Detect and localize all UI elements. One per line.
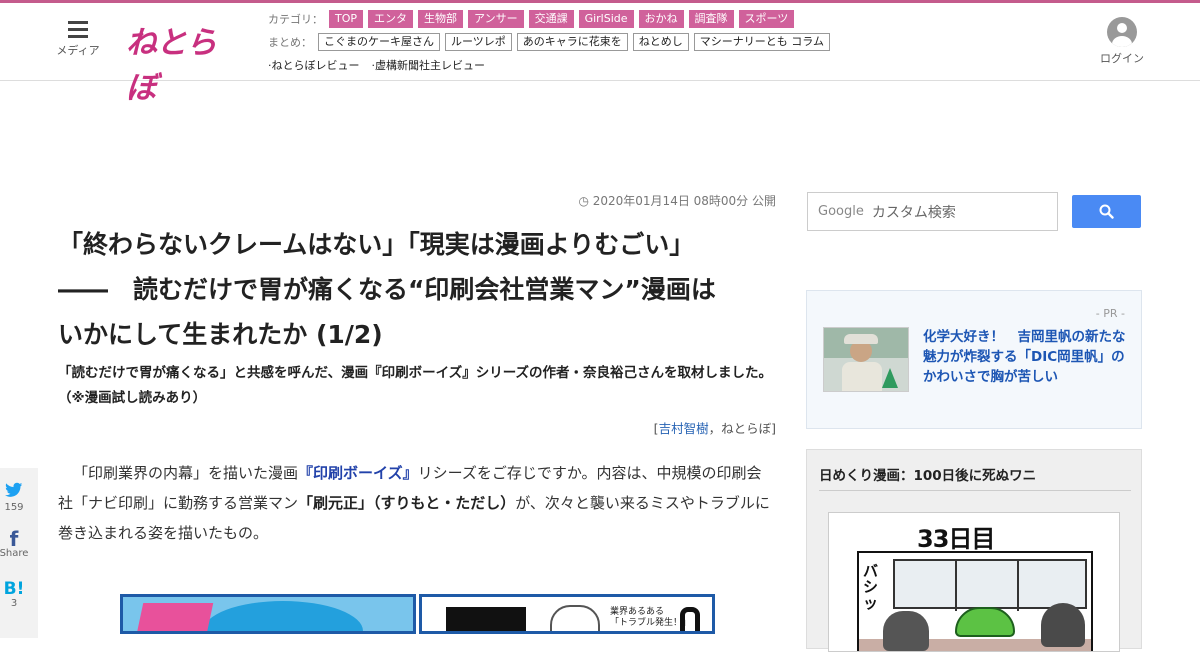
category-chousatai[interactable]: 調査隊	[688, 10, 734, 28]
figure-caption: 業界あるある 「トラブル発生！」	[610, 607, 692, 628]
hatena-count: 3	[10, 598, 18, 609]
categories-label: カテゴリ：	[268, 13, 323, 26]
user-icon	[1107, 17, 1137, 47]
hatena-bookmark-button[interactable]: B! 3	[0, 580, 38, 609]
hamburger-icon	[68, 21, 88, 38]
google-logo: Google	[818, 204, 864, 219]
summary-link[interactable]: あのキャラに花束を	[516, 33, 628, 51]
search-icon	[1099, 204, 1114, 219]
site-logo[interactable]: ねとらぼ	[126, 17, 241, 106]
author-link[interactable]: 吉村智樹	[659, 421, 709, 436]
search-placeholder: カスタム検索	[871, 204, 956, 221]
category-top[interactable]: TOP	[329, 10, 364, 28]
category-girlside[interactable]: GirlSide	[578, 10, 634, 28]
manga-panel-image[interactable]: 業界あるある 「トラブル発生！」	[419, 594, 715, 634]
review-link[interactable]: ·ねとらぼレビュー	[268, 57, 360, 73]
character-name: 「刷元正」（すりもと・ただし）	[298, 494, 516, 512]
comic-title[interactable]: 日めくり漫画：100日後に死ぬワニ	[819, 464, 1036, 484]
menu-label: メディア	[56, 44, 100, 57]
comic-day: 33日目	[917, 525, 995, 553]
review-row: ·ねとらぼレビュー ·虚構新聞社主レビュー	[268, 55, 835, 75]
logo-text: ねとらぼ	[126, 25, 217, 106]
comic-sfx: バシッ	[863, 562, 879, 612]
review-link[interactable]: ·虚構新聞社主レビュー	[372, 57, 486, 73]
search-button[interactable]	[1072, 195, 1141, 228]
category-seibutsubu[interactable]: 生物部	[418, 10, 464, 28]
manga-cover-image[interactable]	[120, 594, 416, 634]
divider	[819, 490, 1131, 491]
byline: [吉村智樹，ねとらぼ]	[653, 421, 776, 436]
category-row: カテゴリ： TOP エンタ 生物部 アンサー 交通課 GirlSide おかね …	[268, 9, 835, 29]
share-bar: 159 f Share B! 3	[0, 468, 38, 638]
pr-link[interactable]: 化学大好き！ 吉岡里帆の新たな魅力が炸裂する「DIC岡里帆」のかわいさで胸が苦し…	[923, 327, 1129, 387]
summary-link[interactable]: マシーナリーとも コラム	[693, 33, 830, 51]
category-enta[interactable]: エンタ	[368, 10, 414, 28]
comic-image[interactable]: 33日目 バシッ	[828, 512, 1120, 652]
pr-thumbnail[interactable]	[823, 327, 909, 392]
summary-label: まとめ：	[268, 36, 312, 49]
summary-link[interactable]: こぐまのケーキ屋さん	[318, 33, 440, 51]
pr-tag: - PR -	[1095, 307, 1125, 320]
pr-box: - PR - 化学大好き！ 吉岡里帆の新たな魅力が炸裂する「DIC岡里帆」のかわ…	[806, 290, 1142, 429]
login-label: ログイン	[1100, 52, 1144, 65]
clock-icon: ◷	[578, 194, 589, 208]
summary-link[interactable]: ルーツレポ	[445, 33, 512, 51]
comic-widget: 日めくり漫画：100日後に死ぬワニ 33日目 バシッ	[806, 449, 1142, 652]
category-okane[interactable]: おかね	[638, 10, 684, 28]
facebook-label: Share	[0, 548, 29, 559]
twitter-count: 159	[4, 502, 24, 513]
manga-title-link[interactable]: 『印刷ボーイズ』	[298, 464, 418, 482]
category-answer[interactable]: アンサー	[468, 10, 524, 28]
category-koutsuka[interactable]: 交通課	[528, 10, 574, 28]
twitter-icon	[5, 482, 23, 497]
site-header: メディア ねとらぼ カテゴリ： TOP エンタ 生物部 アンサー 交通課 Gir…	[0, 3, 1200, 106]
header-nav: カテゴリ： TOP エンタ 生物部 アンサー 交通課 GirlSide おかね …	[268, 9, 835, 78]
login-button[interactable]: ログイン	[1097, 17, 1147, 66]
hatena-icon: B!	[3, 579, 25, 599]
menu-button[interactable]: メディア	[56, 21, 100, 58]
facebook-icon: f	[9, 527, 19, 551]
article-lead: 「読むだけで胃が痛くなる」と共感を呼んだ、漫画『印刷ボーイズ』シリーズの作者・奈…	[58, 365, 773, 406]
site-name: ねとらぼ	[721, 421, 772, 436]
article-body: 「印刷業界の内幕」を描いた漫画『印刷ボーイズ』リシーズをご存じですか。内容は、中…	[58, 464, 770, 542]
search-input[interactable]: Google カスタム検索	[807, 192, 1058, 231]
facebook-share-button[interactable]: f Share	[0, 527, 38, 559]
summary-link[interactable]: ねとめし	[632, 33, 689, 51]
article-title: 「終わらないクレームはない」「現実は漫画よりむごい」 ―― 読むだけで胃が痛くな…	[58, 230, 716, 349]
publish-date: ◷ 2020年01月14日 08時00分 公開	[578, 194, 776, 208]
twitter-share-button[interactable]: 159	[0, 482, 38, 513]
category-sports[interactable]: スポーツ	[738, 10, 795, 28]
summary-row: まとめ： こぐまのケーキ屋さん ルーツレポ あのキャラに花束を ねとめし マシー…	[268, 32, 835, 52]
